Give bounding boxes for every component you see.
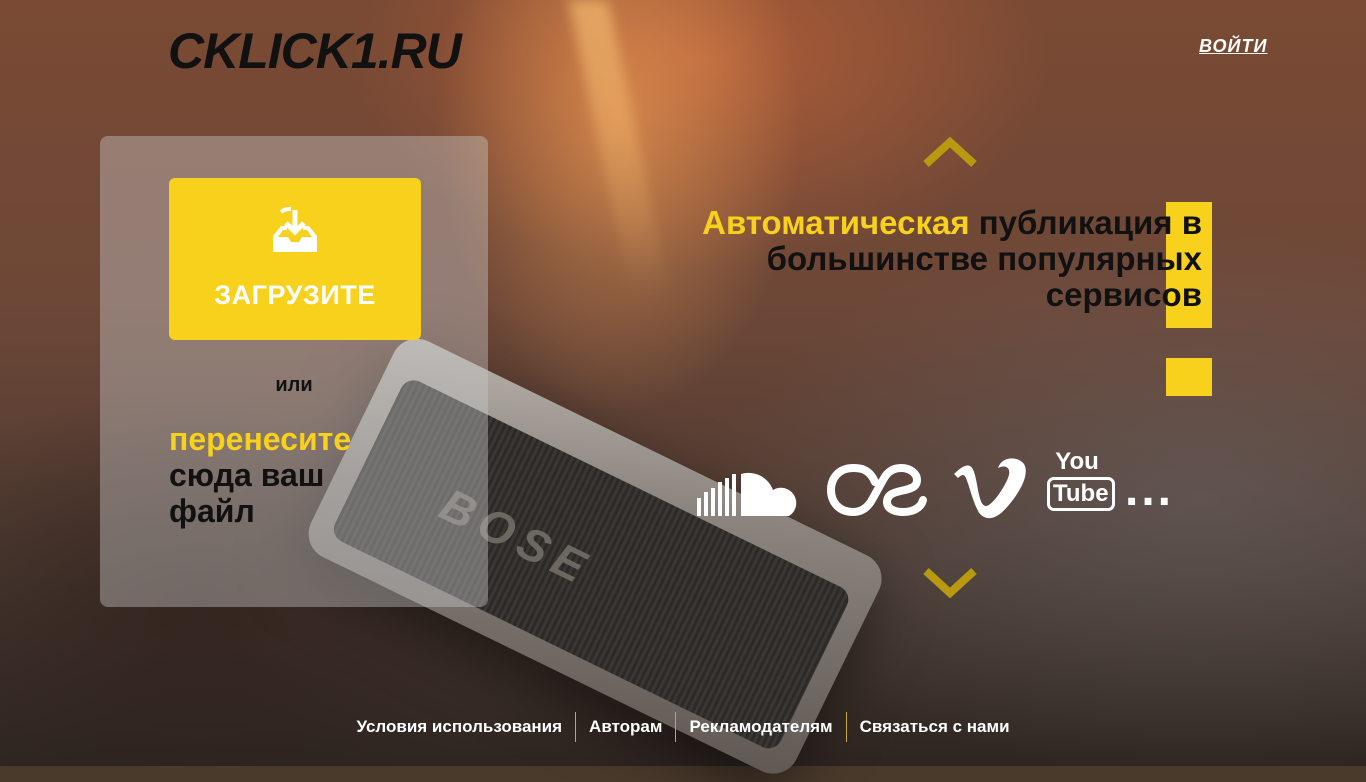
footer-link-contact[interactable]: Связаться с нами [845, 712, 1023, 742]
upload-tray-icon [273, 206, 317, 252]
site-logo[interactable]: CKLICK1.RU [168, 22, 462, 80]
promo-headline: Автоматическая публикация в большинстве … [642, 205, 1202, 313]
footer-link-terms[interactable]: Условия использования [343, 712, 575, 742]
accent-square [1166, 358, 1212, 396]
upload-button[interactable]: ЗАГРУЗИТЕ [169, 178, 421, 340]
soundcloud-icon[interactable] [697, 468, 803, 518]
youtube-icon[interactable]: You Tube [1047, 448, 1115, 518]
drop-zone-text: перенесите сюда ваш файл [169, 421, 409, 529]
upload-panel[interactable]: ЗАГРУЗИТЕ или перенесите сюда ваш файл [100, 136, 488, 607]
more-services-link[interactable]: ... [1125, 462, 1174, 517]
footer-link-authors[interactable]: Авторам [575, 712, 675, 742]
login-link[interactable]: ВОЙТИ [1199, 36, 1267, 57]
lastfm-icon[interactable] [825, 460, 931, 520]
headline-accent: Автоматическая [702, 204, 970, 241]
footer-link-advertisers[interactable]: Рекламодателям [675, 712, 845, 742]
youtube-you-text: You [1055, 448, 1099, 475]
footer-nav: Условия использования Авторам Рекламодат… [0, 712, 1366, 742]
chevron-down-icon[interactable] [922, 565, 978, 601]
youtube-tube-text: Tube [1047, 477, 1115, 511]
vimeo-icon[interactable] [952, 458, 1028, 520]
chevron-up-icon[interactable] [922, 134, 978, 170]
drop-accent-text: перенесите [169, 421, 352, 457]
drop-rest-text: сюда ваш файл [169, 457, 325, 529]
upload-button-label: ЗАГРУЗИТЕ [214, 280, 376, 310]
or-label: или [275, 374, 313, 396]
services-row: You Tube ... [697, 448, 1197, 528]
